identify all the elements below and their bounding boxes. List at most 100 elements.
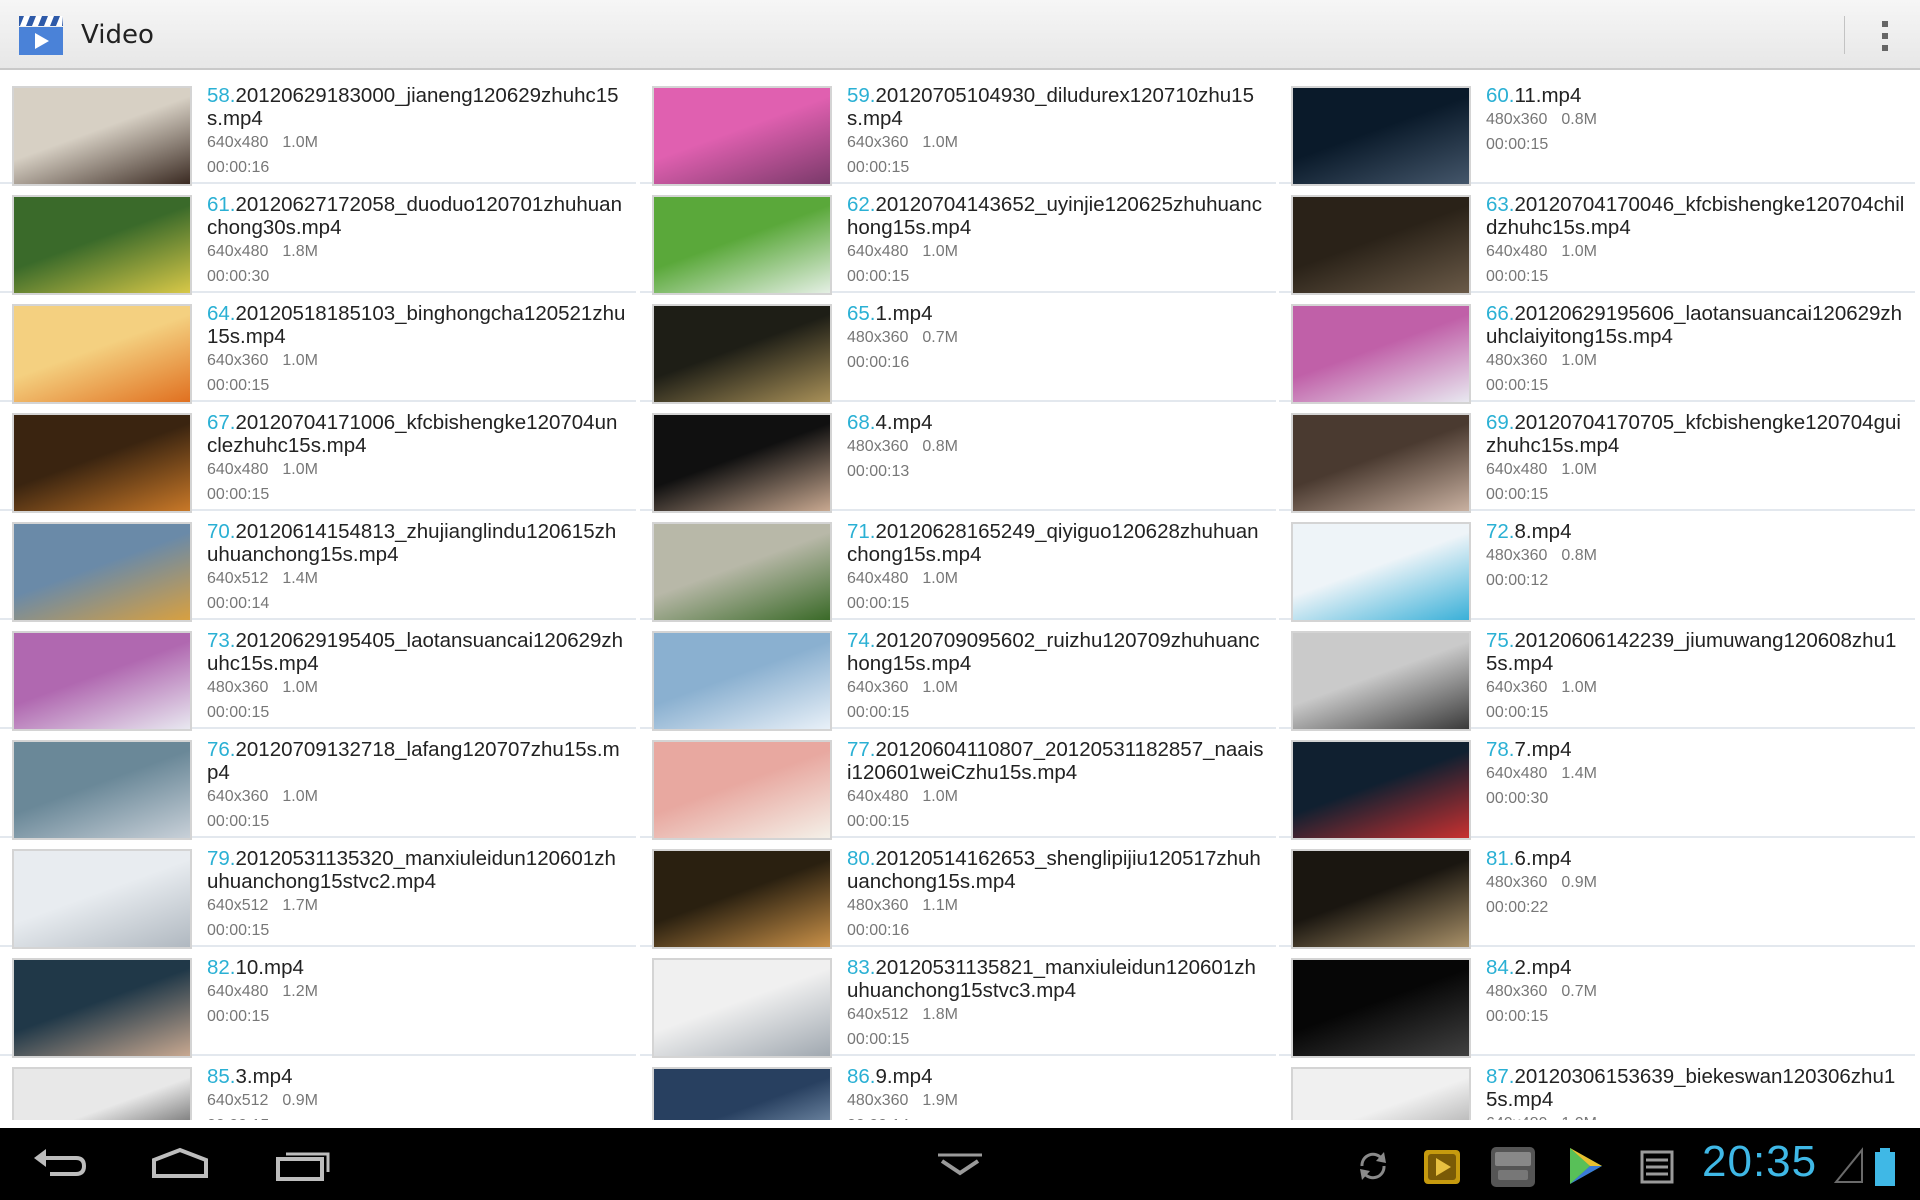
video-resolution: 640x480 — [847, 788, 909, 805]
video-info: 87.20120306153639_biekeswan120306zhu15s.… — [1486, 1065, 1906, 1120]
video-info: 70.20120614154813_zhujianglindu120615zhu… — [207, 520, 627, 616]
video-thumbnail — [1291, 740, 1471, 840]
video-duration: 00:00:15 — [847, 159, 910, 176]
video-filename: 20120628165249_qiyiguo120628zhuhuanchong… — [847, 520, 1259, 566]
youku-icon[interactable] — [1490, 1146, 1536, 1187]
hide-keyboard-icon[interactable] — [920, 1136, 1000, 1192]
video-info: 62.20120704143652_uyinjie120625zhuhuanch… — [847, 193, 1267, 289]
video-list-item[interactable]: 86.9.mp4 480x360 1.9M 00:00:14 — [640, 1061, 1276, 1120]
video-duration: 00:00:15 — [1486, 377, 1549, 394]
video-duration: 00:00:13 — [847, 463, 910, 480]
video-list-item[interactable]: 76.20120709132718_lafang120707zhu15s.mp4… — [0, 734, 636, 840]
video-thumbnail — [1291, 849, 1471, 949]
video-meta: 480x360 0.8M — [1486, 543, 1906, 568]
home-icon[interactable] — [140, 1136, 220, 1192]
video-list-item[interactable]: 69.20120704170705_kfcbishengke120704guiz… — [1279, 407, 1915, 513]
video-thumbnail — [652, 413, 832, 513]
video-size: 1.8M — [922, 1006, 958, 1023]
video-thumbnail — [652, 304, 832, 404]
video-list-item[interactable]: 74.20120709095602_ruizhu120709zhuhuancho… — [640, 625, 1276, 731]
video-index: 69. — [1486, 411, 1515, 434]
video-index: 76. — [207, 738, 236, 761]
video-meta: 480x360 1.1M — [847, 893, 1267, 918]
video-list-item[interactable]: 63.20120704170046_kfcbishengke120704chil… — [1279, 189, 1915, 295]
video-title: 60.11.mp4 — [1486, 84, 1906, 107]
video-meta: 640x360 1.0M — [847, 130, 1267, 155]
video-list-item[interactable]: 58.20120629183000_jianeng120629zhuhc15s.… — [0, 80, 636, 186]
app-title: Video — [81, 20, 154, 50]
video-title: 59.20120705104930_diludurex120710zhu15s.… — [847, 84, 1267, 130]
video-resolution: 480x360 — [1486, 983, 1548, 1000]
video-size: 0.9M — [282, 1092, 318, 1109]
video-list-item[interactable]: 70.20120614154813_zhujianglindu120615zhu… — [0, 516, 636, 622]
overflow-menu-icon[interactable] — [1870, 18, 1900, 54]
video-filename: 20120627172058_duoduo120701zhuhuanchong3… — [207, 193, 622, 239]
video-list-item[interactable]: 62.20120704143652_uyinjie120625zhuhuanch… — [640, 189, 1276, 295]
video-list-item[interactable]: 84.2.mp4 480x360 0.7M 00:00:15 — [1279, 952, 1915, 1058]
video-size: 1.8M — [282, 243, 318, 260]
battery-icon — [1870, 1146, 1916, 1186]
video-list-item[interactable]: 67.20120704171006_kfcbishengke120704uncl… — [0, 407, 636, 513]
video-duration: 00:00:15 — [1486, 486, 1549, 503]
video-list-item[interactable]: 85.3.mp4 640x512 0.9M 00:00:15 — [0, 1061, 636, 1120]
gallery-icon[interactable] — [1634, 1146, 1680, 1186]
video-list-item[interactable]: 83.20120531135821_manxiuleidun120601zhuh… — [640, 952, 1276, 1058]
video-list-item[interactable]: 68.4.mp4 480x360 0.8M 00:00:13 — [640, 407, 1276, 513]
video-list-item[interactable]: 64.20120518185103_binghongcha120521zhu15… — [0, 298, 636, 404]
video-list-item[interactable]: 77.20120604110807_20120531182857_naaisi1… — [640, 734, 1276, 840]
video-filename: 4.mp4 — [875, 411, 933, 434]
video-title: 80.20120514162653_shenglipijiu120517zhuh… — [847, 847, 1267, 893]
video-thumbnail — [652, 958, 832, 1058]
clapperboard-play-icon[interactable] — [18, 14, 64, 56]
video-duration: 00:00:16 — [207, 159, 270, 176]
video-title: 87.20120306153639_biekeswan120306zhu15s.… — [1486, 1065, 1906, 1111]
video-list-item[interactable]: 61.20120627172058_duoduo120701zhuhuancho… — [0, 189, 636, 295]
video-meta: 480x360 0.7M — [1486, 979, 1906, 1004]
play-store-icon[interactable] — [1562, 1146, 1608, 1186]
video-list-item[interactable]: 73.20120629195405_laotansuancai120629zhu… — [0, 625, 636, 731]
video-meta: 640x480 1.0M — [847, 784, 1267, 809]
video-filename: 3.mp4 — [235, 1065, 293, 1088]
video-index: 68. — [847, 411, 876, 434]
video-list-item[interactable]: 60.11.mp4 480x360 0.8M 00:00:15 — [1279, 80, 1915, 186]
video-size: 1.0M — [922, 570, 958, 587]
video-resolution: 640x480 — [1486, 765, 1548, 782]
video-list-item[interactable]: 65.1.mp4 480x360 0.7M 00:00:16 — [640, 298, 1276, 404]
video-size: 1.7M — [282, 897, 318, 914]
video-meta: 640x480 1.0M — [207, 130, 627, 155]
video-filename: 20120518185103_binghongcha120521zhu15s.m… — [207, 302, 626, 348]
video-thumbnail — [652, 849, 832, 949]
video-duration: 00:00:15 — [207, 1113, 627, 1120]
video-list-item[interactable]: 78.7.mp4 640x480 1.4M 00:00:30 — [1279, 734, 1915, 840]
back-icon[interactable] — [20, 1136, 100, 1192]
action-bar-divider — [1844, 16, 1845, 54]
recent-apps-icon[interactable] — [262, 1136, 342, 1192]
video-duration: 00:00:15 — [207, 1008, 270, 1025]
video-list-item[interactable]: 82.10.mp4 640x480 1.2M 00:00:15 — [0, 952, 636, 1058]
video-list-item[interactable]: 59.20120705104930_diludurex120710zhu15s.… — [640, 80, 1276, 186]
video-list-item[interactable]: 71.20120628165249_qiyiguo120628zhuhuanch… — [640, 516, 1276, 622]
video-duration: 00:00:15 — [1486, 1008, 1549, 1025]
video-size: 0.8M — [1561, 547, 1597, 564]
video-list-item[interactable]: 87.20120306153639_biekeswan120306zhu15s.… — [1279, 1061, 1915, 1120]
video-list-item[interactable]: 81.6.mp4 480x360 0.9M 00:00:22 — [1279, 843, 1915, 949]
video-meta: 640x360 1.0M — [207, 784, 627, 809]
video-thumbnail — [652, 86, 832, 186]
video-thumbnail — [1291, 631, 1471, 731]
video-duration: 00:00:15 — [207, 922, 270, 939]
video-list-item[interactable]: 75.20120606142239_jiumuwang120608zhu15s.… — [1279, 625, 1915, 731]
video-index: 58. — [207, 84, 236, 107]
video-list-item[interactable]: 66.20120629195606_laotansuancai120629zhu… — [1279, 298, 1915, 404]
video-list-item[interactable]: 79.20120531135320_manxiuleidun120601zhuh… — [0, 843, 636, 949]
video-info: 75.20120606142239_jiumuwang120608zhu15s.… — [1486, 629, 1906, 725]
video-filename: 20120704170705_kfcbishengke120704guizhuh… — [1486, 411, 1901, 457]
video-meta: 640x512 1.8M — [847, 1002, 1267, 1027]
video-list-item[interactable]: 72.8.mp4 480x360 0.8M 00:00:12 — [1279, 516, 1915, 622]
video-resolution: 640x480 — [1486, 1115, 1547, 1120]
notification-app-icon[interactable] — [1420, 1146, 1466, 1186]
video-meta: 480x360 0.7M — [847, 325, 1267, 350]
video-index: 64. — [207, 302, 236, 325]
video-meta: 640x480 1.0M — [1486, 1111, 1906, 1120]
video-index: 60. — [1486, 84, 1515, 107]
video-list-item[interactable]: 80.20120514162653_shenglipijiu120517zhuh… — [640, 843, 1276, 949]
